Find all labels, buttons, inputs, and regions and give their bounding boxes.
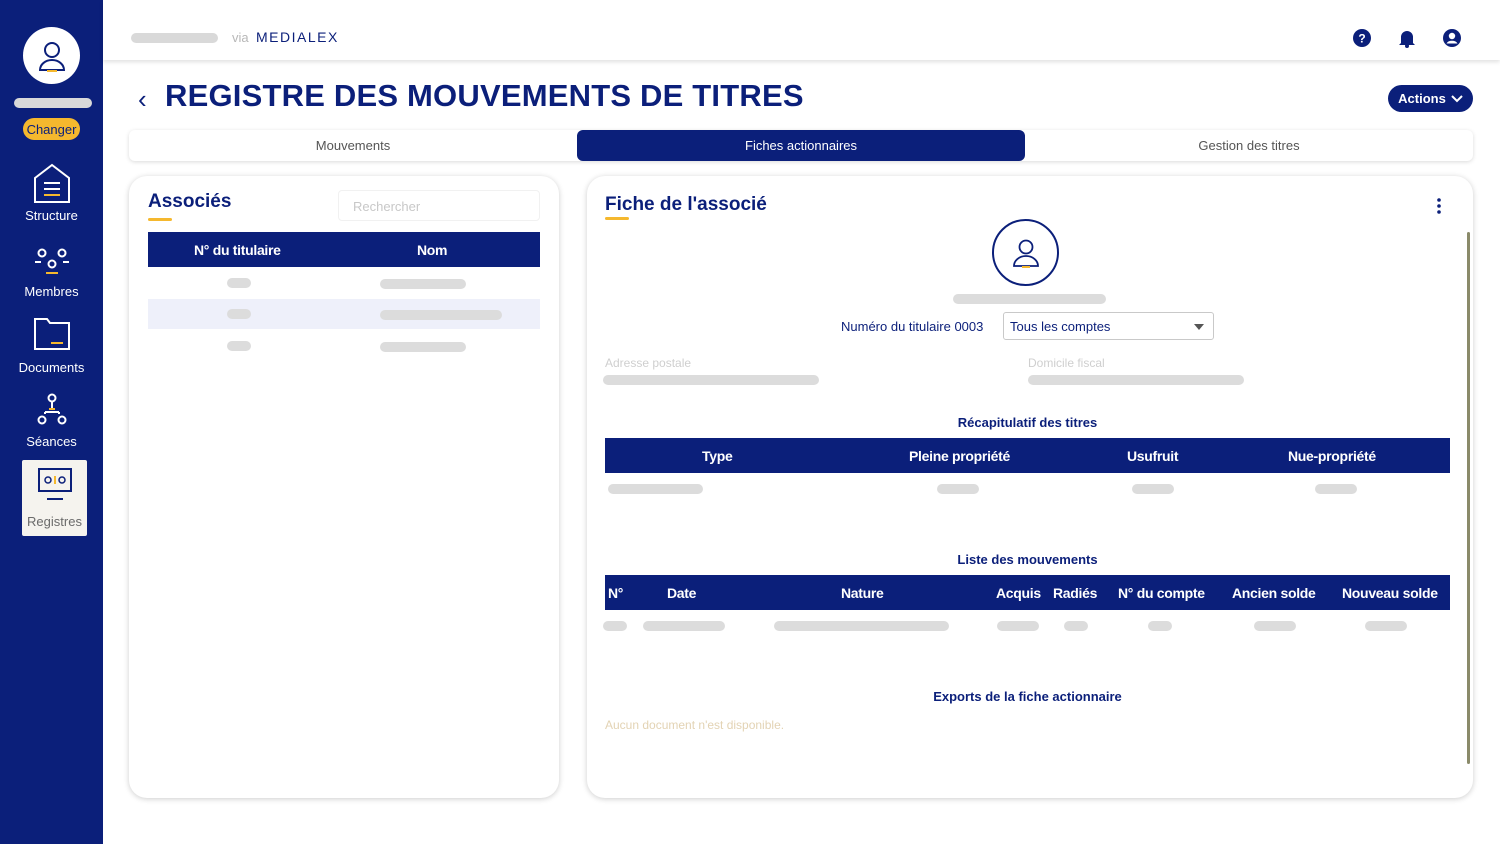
brand-name: MEDIALEX bbox=[256, 29, 339, 45]
column-header-removed: Radiés bbox=[1053, 584, 1098, 601]
column-header-old-balance: Ancien solde bbox=[1232, 584, 1316, 601]
associates-title: Associés bbox=[148, 191, 232, 212]
sheet-title: Fiche de l'associé bbox=[605, 194, 767, 215]
meetings-icon bbox=[37, 393, 66, 425]
folder-icon bbox=[33, 318, 70, 350]
change-button[interactable]: Changer bbox=[23, 118, 80, 140]
more-options-icon[interactable] bbox=[1434, 197, 1444, 215]
table-row[interactable] bbox=[227, 278, 251, 288]
table-row[interactable] bbox=[380, 310, 502, 320]
summary-table-header: Type Pleine propriété Usufruit Nue-propr… bbox=[605, 438, 1450, 473]
table-row[interactable] bbox=[227, 309, 251, 319]
sidebar-item-label: Structure bbox=[25, 208, 78, 223]
table-row bbox=[1148, 621, 1172, 631]
sidebar-item-label: Documents bbox=[18, 360, 85, 375]
holder-number-label: Numéro du titulaire 0003 bbox=[841, 319, 984, 334]
column-header-acquired: Acquis bbox=[996, 584, 1041, 601]
tab-shareholder-sheets[interactable]: Fiches actionnaires bbox=[577, 130, 1025, 161]
column-header-holder-number[interactable]: N° du titulaire bbox=[194, 232, 281, 267]
table-row bbox=[1365, 621, 1407, 631]
sidebar: Changer Structure Membres Documents Séan… bbox=[0, 0, 103, 844]
table-row bbox=[1254, 621, 1296, 631]
column-header-account-number: N° du compte bbox=[1118, 584, 1205, 601]
movements-title: Liste des mouvements bbox=[957, 552, 1098, 567]
user-avatar[interactable] bbox=[23, 27, 80, 84]
table-row bbox=[1132, 484, 1174, 494]
bell-icon[interactable] bbox=[1397, 28, 1417, 48]
chevron-down-icon bbox=[1451, 94, 1463, 102]
no-documents-text: Aucun document n'est disponible. bbox=[605, 718, 785, 732]
sidebar-item-meetings[interactable]: Séances bbox=[0, 386, 103, 456]
table-row[interactable] bbox=[380, 342, 466, 352]
table-row bbox=[1315, 484, 1357, 494]
actions-label: Actions bbox=[1398, 91, 1446, 106]
table-row bbox=[603, 621, 627, 631]
table-row bbox=[774, 621, 949, 631]
associates-table-header: N° du titulaire Nom bbox=[148, 232, 540, 267]
tab-bar: Mouvements Fiches actionnaires Gestion d… bbox=[129, 130, 1473, 161]
user-name-placeholder bbox=[14, 98, 92, 108]
svg-text:?: ? bbox=[1358, 32, 1365, 46]
postal-address-value bbox=[603, 375, 819, 385]
via-label: via bbox=[232, 30, 249, 45]
sidebar-item-label: Registres bbox=[27, 514, 82, 529]
user-icon bbox=[38, 41, 65, 72]
title-underline bbox=[148, 218, 172, 221]
column-header-new-balance: Nouveau solde bbox=[1342, 584, 1438, 601]
table-row bbox=[997, 621, 1039, 631]
sidebar-item-label: Séances bbox=[26, 434, 77, 449]
search-input[interactable]: Rechercher bbox=[338, 190, 540, 221]
sidebar-item-registers[interactable]: Registres bbox=[22, 460, 87, 536]
column-header-type: Type bbox=[702, 447, 733, 464]
column-header-usufruct: Usufruit bbox=[1127, 447, 1179, 464]
structure-icon bbox=[33, 163, 70, 203]
column-header-full-ownership: Pleine propriété bbox=[909, 447, 1011, 464]
user-icon bbox=[1012, 239, 1039, 268]
column-header-nature: Nature bbox=[841, 584, 884, 601]
tab-movements[interactable]: Mouvements bbox=[129, 130, 577, 161]
tax-domicile-label: Domicile fiscal bbox=[1028, 356, 1105, 370]
account-select-value: Tous les comptes bbox=[1010, 319, 1111, 334]
account-name-placeholder bbox=[131, 33, 218, 43]
dropdown-arrow-icon bbox=[1194, 324, 1204, 330]
exports-title: Exports de la fiche actionnaire bbox=[933, 689, 1122, 704]
column-header-bare-ownership: Nue-propriété bbox=[1288, 447, 1376, 464]
table-row bbox=[643, 621, 725, 631]
table-row[interactable] bbox=[380, 279, 466, 289]
table-row bbox=[937, 484, 979, 494]
title-underline bbox=[605, 217, 629, 220]
table-row bbox=[608, 484, 703, 494]
account-icon[interactable] bbox=[1442, 28, 1462, 48]
sidebar-item-label: Membres bbox=[24, 284, 79, 299]
column-header-date: Date bbox=[667, 584, 697, 601]
actions-button[interactable]: Actions bbox=[1388, 85, 1473, 112]
help-icon[interactable]: ? bbox=[1352, 28, 1372, 48]
postal-address-label: Adresse postale bbox=[605, 356, 692, 370]
registers-icon bbox=[37, 468, 72, 500]
summary-title: Récapitulatif des titres bbox=[957, 415, 1098, 430]
shareholder-avatar bbox=[992, 219, 1059, 286]
tab-securities-management[interactable]: Gestion des titres bbox=[1025, 130, 1473, 161]
column-header-name[interactable]: Nom bbox=[417, 232, 448, 267]
column-header-number: N° bbox=[608, 584, 624, 601]
back-chevron-icon[interactable]: ‹ bbox=[138, 84, 147, 115]
scrollbar[interactable] bbox=[1467, 232, 1470, 764]
tax-domicile-value bbox=[1028, 375, 1244, 385]
table-row bbox=[1064, 621, 1088, 631]
table-row[interactable] bbox=[227, 341, 251, 351]
top-bar: via MEDIALEX ? bbox=[103, 0, 1500, 60]
page-title: REGISTRE DES MOUVEMENTS DE TITRES bbox=[165, 78, 804, 113]
sidebar-item-members[interactable]: Membres bbox=[0, 236, 103, 306]
movements-table-header: N° Date Nature Acquis Radiés N° du compt… bbox=[605, 575, 1450, 610]
members-icon bbox=[34, 248, 69, 274]
account-select[interactable]: Tous les comptes bbox=[1003, 312, 1214, 340]
sidebar-item-structure[interactable]: Structure bbox=[0, 160, 103, 230]
shareholder-name-placeholder bbox=[953, 294, 1106, 304]
sidebar-item-documents[interactable]: Documents bbox=[0, 310, 103, 380]
associates-card bbox=[129, 176, 559, 798]
